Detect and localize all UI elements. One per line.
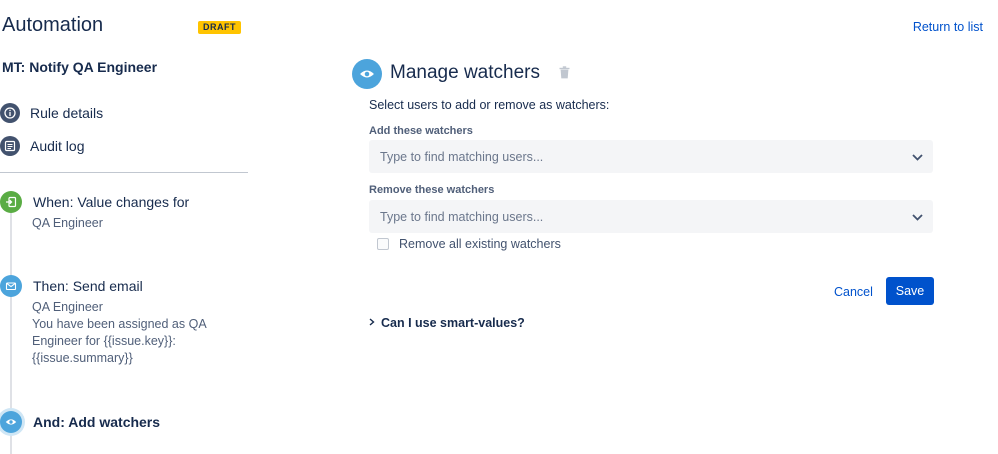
chevron-down-icon bbox=[912, 208, 923, 226]
nav-item-label: Rule details bbox=[30, 105, 104, 121]
rule-name: MT: Notify QA Engineer bbox=[2, 59, 158, 75]
info-icon bbox=[0, 103, 20, 123]
step-title: And: Add watchers bbox=[33, 414, 161, 430]
eye-icon bbox=[352, 59, 382, 89]
list-icon bbox=[0, 136, 20, 156]
draft-badge: DRAFT bbox=[198, 21, 241, 34]
step-description-line: You have been assigned as QA bbox=[32, 317, 207, 331]
page-title: Automation bbox=[2, 14, 104, 36]
step-title: Then: Send email bbox=[33, 278, 143, 294]
step-title: When: Value changes for bbox=[33, 194, 190, 210]
chevron-down-icon bbox=[912, 148, 923, 166]
step-add-watchers[interactable]: And: Add watchers bbox=[0, 411, 160, 433]
smart-values-expander[interactable]: Can I use smart-values? bbox=[369, 316, 525, 330]
divider bbox=[0, 172, 248, 173]
step-description-line: QA Engineer bbox=[32, 300, 103, 314]
trash-icon[interactable] bbox=[559, 66, 570, 84]
action-title: Manage watchers bbox=[390, 62, 540, 83]
add-watchers-select[interactable]: Type to find matching users... bbox=[369, 140, 933, 173]
save-button[interactable]: Save bbox=[886, 277, 934, 305]
mail-icon bbox=[0, 275, 22, 297]
nav-item-label: Audit log bbox=[30, 138, 85, 154]
cancel-button[interactable]: Cancel bbox=[826, 279, 881, 305]
remove-watchers-label: Remove these watchers bbox=[369, 184, 495, 196]
remove-watchers-placeholder: Type to find matching users... bbox=[380, 209, 544, 224]
trigger-icon bbox=[0, 191, 22, 213]
remove-all-watchers-label: Remove all existing watchers bbox=[399, 237, 561, 251]
nav-item-rule-details[interactable]: Rule details bbox=[0, 102, 103, 124]
remove-all-watchers-checkbox[interactable] bbox=[377, 238, 389, 250]
nav-item-audit-log[interactable]: Audit log bbox=[0, 135, 84, 157]
smart-values-label: Can I use smart-values? bbox=[381, 316, 525, 330]
instructions-text: Select users to add or remove as watcher… bbox=[369, 98, 610, 112]
add-watchers-label: Add these watchers bbox=[369, 125, 473, 137]
step-send-email[interactable]: Then: Send email bbox=[0, 275, 143, 297]
step-description: QA Engineer bbox=[32, 216, 103, 230]
eye-icon bbox=[0, 411, 22, 433]
remove-all-watchers-option[interactable]: Remove all existing watchers bbox=[377, 237, 561, 251]
step-description-line: Engineer for {{issue.key}}: bbox=[32, 334, 176, 348]
step-trigger[interactable]: When: Value changes for bbox=[0, 191, 189, 213]
step-description: QA Engineer You have been assigned as QA… bbox=[32, 299, 207, 367]
remove-watchers-select[interactable]: Type to find matching users... bbox=[369, 200, 933, 233]
chevron-right-icon bbox=[369, 317, 375, 329]
add-watchers-placeholder: Type to find matching users... bbox=[380, 149, 544, 164]
step-description-line: {{issue.summary}} bbox=[32, 351, 133, 365]
return-to-list-link[interactable]: Return to list bbox=[913, 20, 983, 34]
